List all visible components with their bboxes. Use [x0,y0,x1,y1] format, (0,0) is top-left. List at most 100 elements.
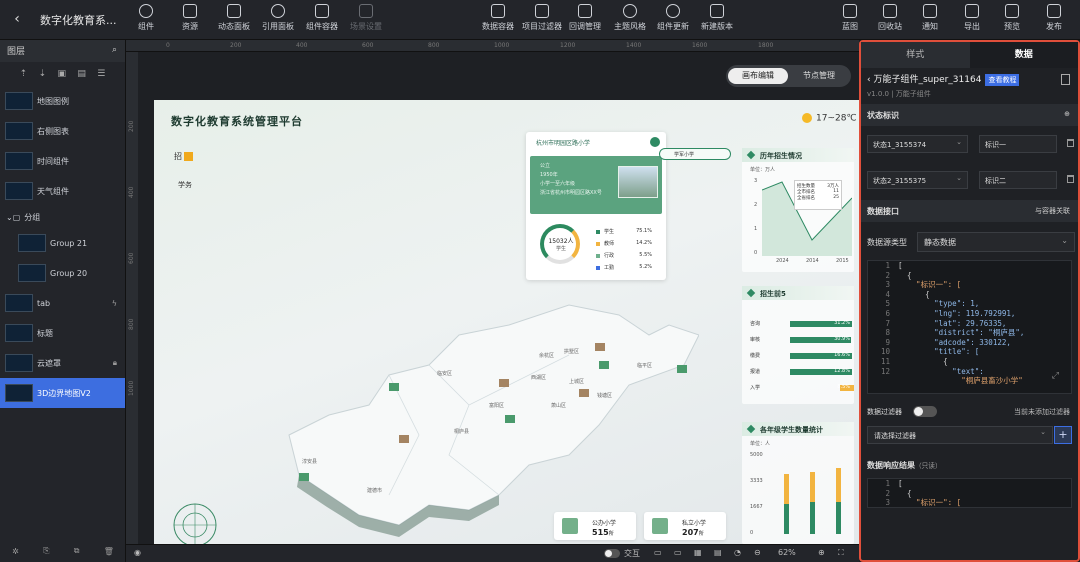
back-icon[interactable]: ‹ [8,10,26,28]
tool-preview-button[interactable]: 预览 [1004,4,1020,36]
filter-select[interactable]: 请选择过滤器 ⌄ [867,426,1053,444]
ungroup-icon[interactable]: ▤ [77,69,86,79]
grid-icon[interactable]: ▦ [694,548,702,557]
layer-item-selected[interactable]: 3D边界地图V2 [0,378,125,408]
state-row: 状态2_3155375 标识二 [861,166,1078,194]
district-label: 建德市 [367,487,382,494]
layer-item[interactable]: 标题 [0,318,125,348]
tool-reference-panel-button[interactable]: 引用面板 [262,4,294,36]
layer-item[interactable]: 右侧图表 [0,116,125,146]
zoom-level[interactable]: 62% [778,548,796,557]
layer-item[interactable]: 天气组件 [0,176,125,206]
layer-item[interactable]: Group 20 [0,258,125,288]
delete-state-icon[interactable] [1067,175,1074,183]
school-marker-icon[interactable] [599,361,609,369]
layer-item[interactable]: 云遮罩 🔒︎ [0,348,125,378]
school-marker-icon[interactable] [299,473,309,481]
school-info-card[interactable]: 杭州市明园区路小学 公立 1950年 小学一至六年级 浙江省杭州市明园区路XX号… [526,132,666,280]
fit-screen-icon[interactable]: ⛶ [838,548,844,558]
district-map[interactable]: 余杭区 临平区 拱墅区 西湖区 上城区 钱塘区 萧山区 富阳区 桐庐县 淳安县 … [269,295,699,544]
add-state-icon[interactable]: ⊕ [1064,110,1070,118]
zoom-in-icon[interactable]: ⊕ [818,548,825,557]
affairs-menu[interactable]: 学务 [178,180,192,190]
school-marker-icon[interactable] [499,379,509,387]
gauge-icon[interactable]: ◔ [734,548,741,557]
school-marker-icon[interactable] [677,365,687,373]
canvas-area[interactable]: 画布编辑 节点管理 数字化教育系统管理平台 17~28℃ 招 学务 余杭区 临平… [138,52,859,544]
lock-icon[interactable]: 🔒︎ [113,358,117,368]
y-tick: 3 [754,178,758,184]
tool-export-button[interactable]: 导出 [964,4,980,36]
monitor-icon[interactable]: ▭ [674,548,682,557]
json-code-editor[interactable]: 1[ 2 { 3 "标识一": [ 4 { 5 "type": 1, 6 "ln… [867,260,1072,394]
tool-blueprint-button[interactable]: 蓝图 [842,4,858,36]
layer-thumbnail [5,92,33,110]
lightning-icon: ϟ [111,298,117,308]
move-down-icon[interactable]: ⇣ [39,69,47,79]
tool-update-button[interactable]: 组件更新 [657,4,689,36]
stat-value: 515所 [592,528,614,537]
school-marker-icon[interactable] [505,415,515,423]
tool-notify-button[interactable]: 通知 [922,4,938,36]
document-icon[interactable] [1061,74,1070,85]
delete-icon[interactable]: 🗑︎ [104,547,114,556]
tool-dynamic-panel-button[interactable]: 动态面板 [218,4,250,36]
layer-item[interactable]: 地图图例 [0,86,125,116]
group-icon[interactable]: ▣ [57,69,66,79]
layer-group[interactable]: ⌄▢ 分组 [0,206,125,228]
tool-data-container-button[interactable]: 数据容器 [482,4,514,36]
source-type-select[interactable]: 静态数据 ⌄ [917,232,1075,252]
tool-resource-button[interactable]: 资源 [182,4,198,36]
state-select[interactable]: 状态1_3155374 [867,135,968,153]
response-code-viewer[interactable]: 1[ 2 { 3 "标识一": [ [867,478,1072,508]
list-icon[interactable]: ☰ [97,69,105,79]
state-select[interactable]: 状态2_3155375 [867,171,968,189]
dashboard-board[interactable]: 数字化教育系统管理平台 17~28℃ 招 学务 余杭区 临平区 拱墅区 西湖区 … [154,100,859,544]
link-container-button[interactable]: 与容器关联 [1035,206,1070,216]
tool-component-button[interactable]: 组件 [138,4,154,36]
filter-toggle[interactable] [913,406,937,417]
school-name: 杭州市明园区路小学 [526,132,666,154]
history-tooltip: 招生数量 3万人 全市排名 11 全省排名 25 [794,180,842,210]
tool-project-filter-button[interactable]: 项目过滤器 [522,4,562,36]
state-label-input[interactable]: 标识二 [979,171,1057,189]
tool-container-button[interactable]: 组件容器 [306,4,338,36]
copy-icon[interactable]: ⎘ [43,546,49,556]
zoom-out-icon[interactable]: ⊖ [754,548,761,557]
search-icon[interactable]: ⌕ [112,45,117,55]
move-up-icon[interactable]: ⇡ [20,69,28,79]
canvas-edit-tab[interactable]: 画布编辑 [728,68,788,84]
duplicate-icon[interactable]: ⧉ [74,546,80,556]
layer-thumbnail [5,122,33,140]
node-manage-tab[interactable]: 节点管理 [790,68,848,84]
school-marker-icon[interactable] [399,435,409,443]
tool-theme-button[interactable]: 主题风格 [614,4,646,36]
screen-icon[interactable]: ▭ [654,548,662,557]
state-label-input[interactable]: 标识一 [979,135,1057,153]
layout-icon[interactable]: ▤ [714,548,722,557]
user-icon[interactable]: ◉ [134,548,141,557]
layer-item[interactable]: tab ϟ [0,288,125,318]
tool-callback-button[interactable]: 回调管理 [569,4,601,36]
layer-item[interactable]: 时间组件 [0,146,125,176]
properties-tabs: 样式 数据 [861,42,1078,68]
tool-scene-settings-button[interactable]: 场景设置 [350,4,382,36]
tool-publish-button[interactable]: 发布 [1046,4,1062,36]
settings-icon[interactable]: ✲ [12,547,19,556]
school-marker-icon[interactable] [389,383,399,391]
school-tag-pill[interactable]: 学军小学 [659,148,731,160]
expand-icon[interactable]: ⤢ [1052,371,1059,381]
interaction-toggle[interactable] [604,549,620,558]
y-tick: 2 [754,202,758,208]
add-filter-button[interactable]: + [1054,426,1072,444]
tool-recycle-button[interactable]: 回收站 [878,4,902,36]
school-marker-icon[interactable] [579,389,589,397]
delete-state-icon[interactable] [1067,139,1074,147]
tutorial-button[interactable]: 查看教程 [985,73,1020,86]
enrollment-menu[interactable]: 招 [174,151,193,162]
tab-data[interactable]: 数据 [969,42,1078,68]
tool-new-version-button[interactable]: 新建版本 [701,4,733,36]
school-marker-icon[interactable] [595,343,605,351]
layer-item[interactable]: Group 21 [0,228,125,258]
tab-style[interactable]: 样式 [861,42,970,68]
